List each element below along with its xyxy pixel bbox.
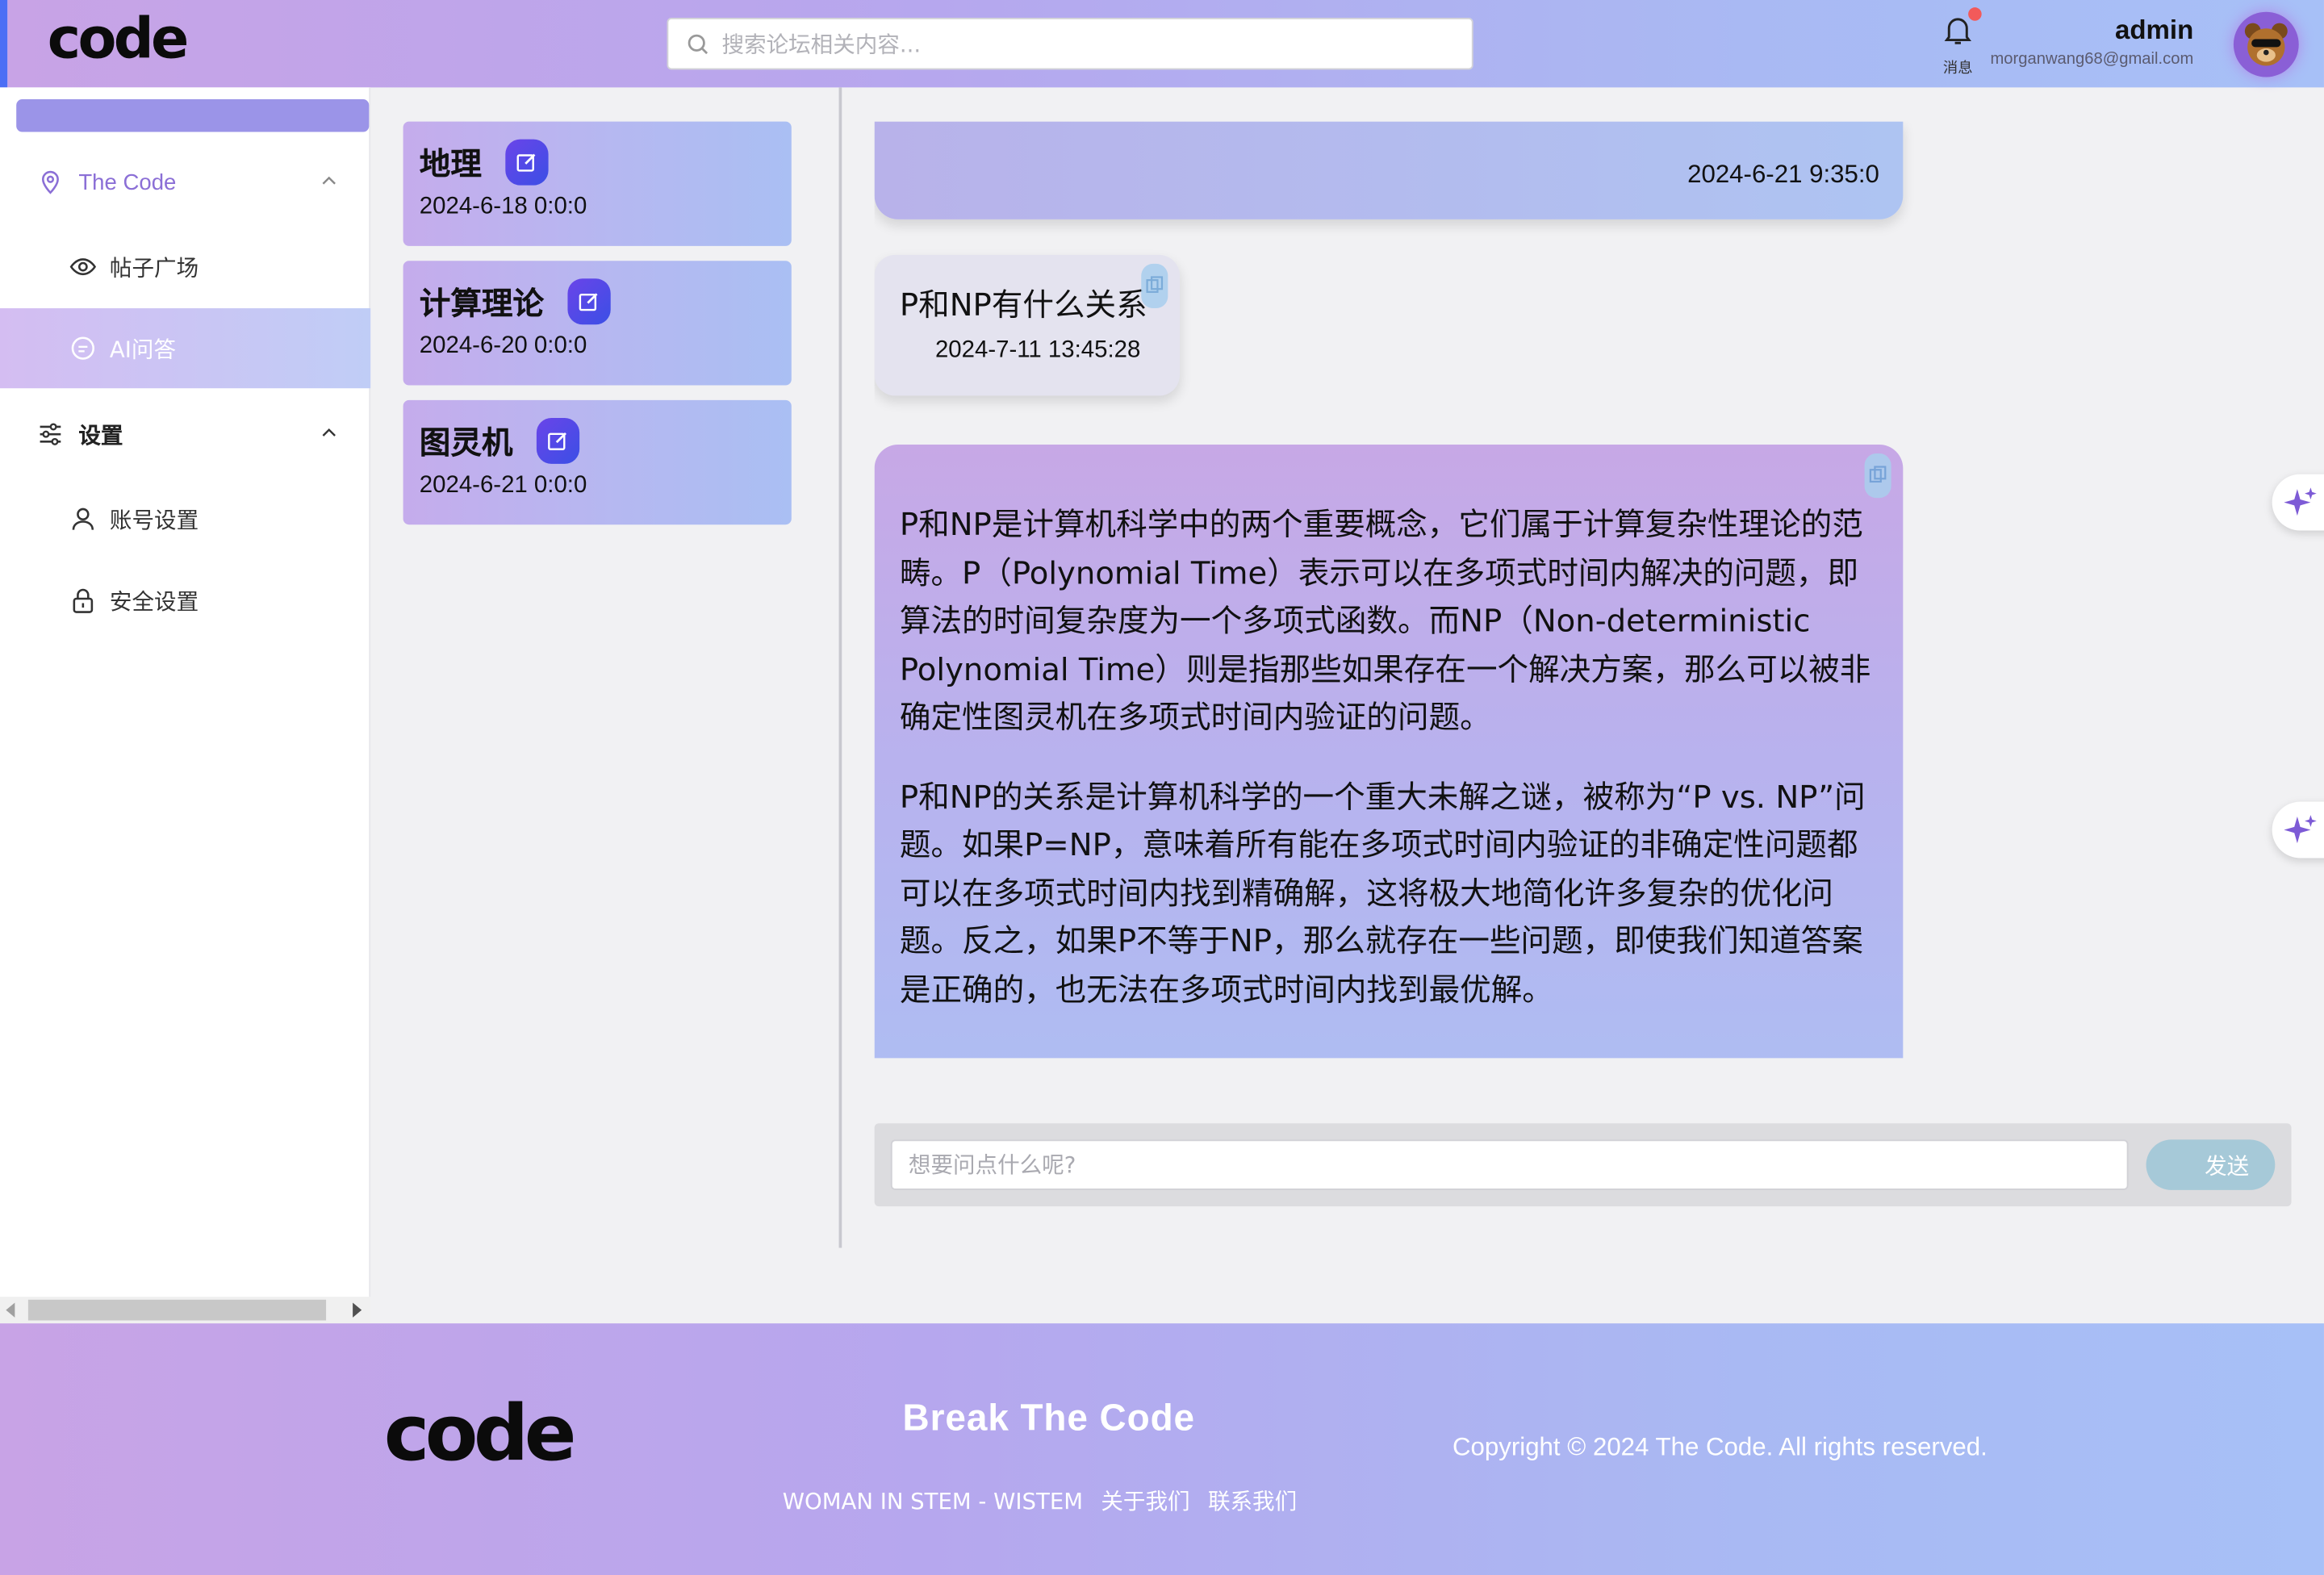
notification-badge	[1968, 7, 1982, 21]
search-bar[interactable]	[667, 18, 1473, 70]
notification-button[interactable]: 消息	[1937, 7, 1982, 77]
scrollbar-thumb[interactable]	[27, 1299, 327, 1321]
conversation-title: 图灵机	[419, 424, 513, 461]
sidebar-item-label: 账号设置	[109, 506, 199, 533]
bear-avatar-icon	[2244, 23, 2288, 66]
sidebar-item-ai-qa[interactable]: AI问答	[0, 308, 371, 389]
ai-message-bubble: 2024-6-21 9:35:0	[874, 121, 1904, 219]
user-email: morganwang68@gmail.com	[1990, 50, 2194, 69]
footer-links: WOMAN IN STEM - WISTEM 关于我们 联系我们	[783, 1485, 1309, 1516]
scroll-left-arrow-icon[interactable]	[6, 1302, 15, 1318]
send-button[interactable]: 发送	[2146, 1139, 2276, 1190]
copy-icon	[1146, 276, 1164, 293]
notification-label: 消息	[1942, 61, 1973, 77]
chevron-up-icon	[322, 428, 336, 437]
conversation-date: 2024-6-18 0:0:0	[419, 194, 587, 219]
sidebar-item-account-settings[interactable]: 账号设置	[0, 478, 370, 558]
sidebar-group-label: The Code	[78, 169, 177, 195]
sidebar-group-the-code[interactable]: The Code	[0, 145, 370, 219]
footer-logo: code	[383, 1389, 577, 1480]
scroll-right-arrow-icon[interactable]	[353, 1302, 362, 1318]
lock-icon	[73, 588, 94, 613]
search-input[interactable]	[721, 30, 1434, 57]
edit-icon	[517, 153, 537, 172]
panel-divider	[838, 87, 842, 1248]
edit-conversation-button[interactable]	[568, 278, 612, 325]
conversation-date: 2024-6-20 0:0:0	[419, 333, 587, 359]
user-name: admin	[2114, 15, 2194, 45]
footer-link-contact[interactable]: 联系我们	[1208, 1488, 1297, 1514]
sidebar-horizontal-scrollbar[interactable]	[0, 1297, 371, 1324]
sparkle-icon	[2284, 815, 2317, 844]
user-message-bubble: P和NP有什么关系 2024-7-11 13:45:28	[874, 254, 1181, 396]
sparkle-icon	[2284, 487, 2317, 516]
top-header: code 消息 admin morganwang68@gmail.com	[0, 0, 2324, 88]
footer-link-about[interactable]: 关于我们	[1101, 1488, 1189, 1514]
sidebar-header-bar	[16, 99, 370, 132]
ai-message-bubble: P和NP是计算机科学中的两个重要概念，它们属于计算复杂性理论的范畴。P（Poly…	[874, 445, 1904, 1059]
chat-icon	[71, 336, 94, 360]
footer-link-wistem[interactable]: WOMAN IN STEM - WISTEM	[783, 1488, 1083, 1514]
sidebar-item-label: 安全设置	[109, 587, 199, 615]
chat-input[interactable]	[890, 1139, 2129, 1190]
footer-copyright: Copyright © 2024 The Code. All rights re…	[1452, 1433, 1988, 1461]
conversation-item[interactable]: 图灵机 2024-6-21 0:0:0	[403, 399, 792, 525]
conversation-title: 地理	[419, 145, 482, 182]
copy-icon	[1869, 466, 1887, 483]
copy-button[interactable]	[1864, 453, 1891, 499]
chat-messages[interactable]: 2024-6-21 9:35:0 P和NP有什么关系 2024-7-11 13:…	[874, 121, 2297, 1059]
copy-button[interactable]	[1141, 263, 1168, 309]
site-logo[interactable]: code	[48, 6, 190, 71]
location-pin-icon	[41, 170, 59, 194]
edit-conversation-button[interactable]	[506, 139, 550, 186]
chat-input-bar: 发送	[874, 1123, 2292, 1207]
sidebar-item-label: 帖子广场	[109, 253, 199, 282]
conversation-date: 2024-6-21 0:0:0	[419, 472, 587, 499]
ai-assistant-button[interactable]	[2272, 474, 2324, 531]
user-icon	[72, 508, 94, 530]
edit-conversation-button[interactable]	[537, 417, 580, 464]
footer: code Break The Code WOMAN IN STEM - WIST…	[0, 1323, 2324, 1575]
conversation-item[interactable]: 计算理论 2024-6-20 0:0:0	[403, 261, 792, 386]
sidebar: The Code 帖子广场 AI问答 设置 账号设置 安全设置	[0, 87, 371, 1324]
search-icon	[688, 33, 708, 54]
message-paragraph: P和NP是计算机科学中的两个重要概念，它们属于计算复杂性理论的范畴。P（Poly…	[899, 507, 1871, 736]
conversation-item[interactable]: 地理 2024-6-18 0:0:0	[403, 121, 792, 246]
message-text: P和NP有什么关系	[899, 287, 1147, 324]
message-time: 2024-7-11 13:45:28	[934, 337, 1141, 363]
sidebar-group-label: 设置	[78, 421, 123, 449]
sidebar-item-security-settings[interactable]: 安全设置	[0, 560, 370, 640]
message-paragraph: P和NP的关系是计算机科学的一个重大未解之谜，被称为“P vs. NP”问题。如…	[899, 779, 1866, 1008]
avatar[interactable]	[2233, 11, 2299, 77]
sidebar-item-posts[interactable]: 帖子广场	[0, 227, 370, 307]
footer-slogan: Break The Code	[902, 1397, 1196, 1439]
conversation-title: 计算理论	[419, 285, 545, 321]
sidebar-item-label: AI问答	[109, 336, 176, 363]
edit-icon	[579, 293, 599, 311]
edit-icon	[548, 432, 567, 450]
eye-icon	[69, 258, 97, 276]
sliders-icon	[40, 423, 61, 445]
ai-assistant-button[interactable]	[2272, 801, 2324, 859]
sidebar-group-settings[interactable]: 设置	[0, 397, 370, 471]
message-time: 2024-6-21 9:35:0	[1687, 160, 1879, 189]
chevron-up-icon	[322, 176, 336, 185]
